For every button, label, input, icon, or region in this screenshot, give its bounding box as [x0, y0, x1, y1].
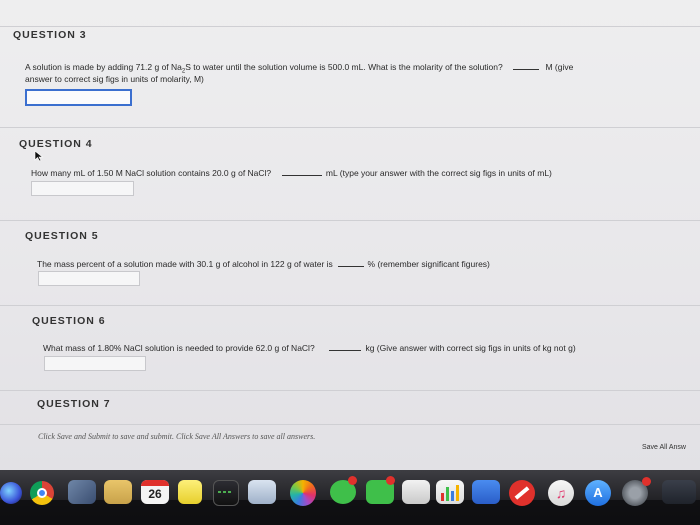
siri-icon[interactable]	[0, 482, 22, 504]
question-6-text: What mass of 1.80% NaCl solution is need…	[43, 342, 576, 353]
divider	[0, 127, 700, 128]
bar-3	[451, 491, 454, 501]
calendar-icon[interactable]: 26	[141, 480, 169, 504]
system-preferences-icon[interactable]	[622, 477, 651, 506]
app-icon[interactable]	[662, 480, 696, 504]
app-store-icon[interactable]: A	[585, 480, 611, 506]
photo-booth-icon[interactable]	[248, 480, 276, 504]
mail-icon[interactable]	[402, 480, 430, 504]
question-5-text: The mass percent of a solution made with…	[37, 258, 490, 269]
calendar-day: 26	[148, 487, 162, 501]
divider	[0, 220, 700, 221]
question-6-title: QUESTION 6	[32, 315, 106, 327]
divider	[0, 424, 700, 425]
numbers-icon[interactable]	[436, 480, 464, 504]
question-4-title: QUESTION 4	[19, 138, 93, 150]
notification-badge	[642, 477, 651, 486]
question-7-title: QUESTION 7	[37, 398, 111, 410]
save-all-answers-button[interactable]: Save All Answ	[642, 444, 686, 451]
bar-4	[456, 485, 459, 501]
divider	[0, 390, 700, 391]
answer-blank	[281, 167, 322, 176]
mouse-pointer-icon	[34, 150, 44, 162]
grapher-line	[218, 491, 232, 493]
bar-1	[441, 493, 444, 501]
notification-badge	[386, 476, 395, 485]
news-icon[interactable]	[509, 480, 535, 506]
facetime-icon[interactable]	[366, 476, 395, 504]
news-mark	[514, 486, 530, 500]
assessment-page: QUESTION 3 A solution is made by adding …	[0, 0, 700, 470]
chrome-center-icon	[37, 488, 47, 498]
question-3-answer-input[interactable]	[25, 89, 132, 106]
chrome-icon[interactable]	[30, 481, 54, 505]
divider	[0, 305, 700, 306]
divider	[0, 26, 700, 27]
music-note-icon: ♫	[555, 485, 567, 501]
preview-icon[interactable]	[68, 480, 96, 504]
messages-icon[interactable]	[330, 476, 357, 504]
question-5-answer-input[interactable]	[38, 271, 140, 286]
submit-instructions: Click Save and Submit to save and submit…	[38, 432, 316, 441]
keynote-icon[interactable]	[472, 480, 500, 504]
dock: 26 ♫ A	[0, 470, 700, 525]
answer-blank	[329, 342, 362, 351]
music-icon[interactable]: ♫	[548, 480, 574, 506]
question-3-text: A solution is made by adding 71.2 g of N…	[25, 61, 574, 75]
question-6-answer-input[interactable]	[44, 356, 146, 371]
stickies-icon[interactable]	[178, 480, 202, 504]
question-5-title: QUESTION 5	[25, 230, 99, 242]
app-store-glyph: A	[593, 485, 603, 500]
bar-2	[446, 487, 449, 501]
answer-blank	[338, 258, 365, 267]
question-3-title: QUESTION 3	[13, 29, 87, 41]
question-4-answer-input[interactable]	[31, 181, 134, 196]
answer-blank	[513, 61, 540, 70]
question-3-text-line2: answer to correct sig figs in units of m…	[25, 74, 204, 84]
grapher-icon[interactable]	[213, 480, 239, 506]
photos-icon[interactable]	[290, 480, 316, 506]
notification-badge	[348, 476, 357, 485]
notes-icon[interactable]	[104, 480, 132, 504]
question-4-text: How many mL of 1.50 M NaCl solution cont…	[31, 167, 552, 178]
